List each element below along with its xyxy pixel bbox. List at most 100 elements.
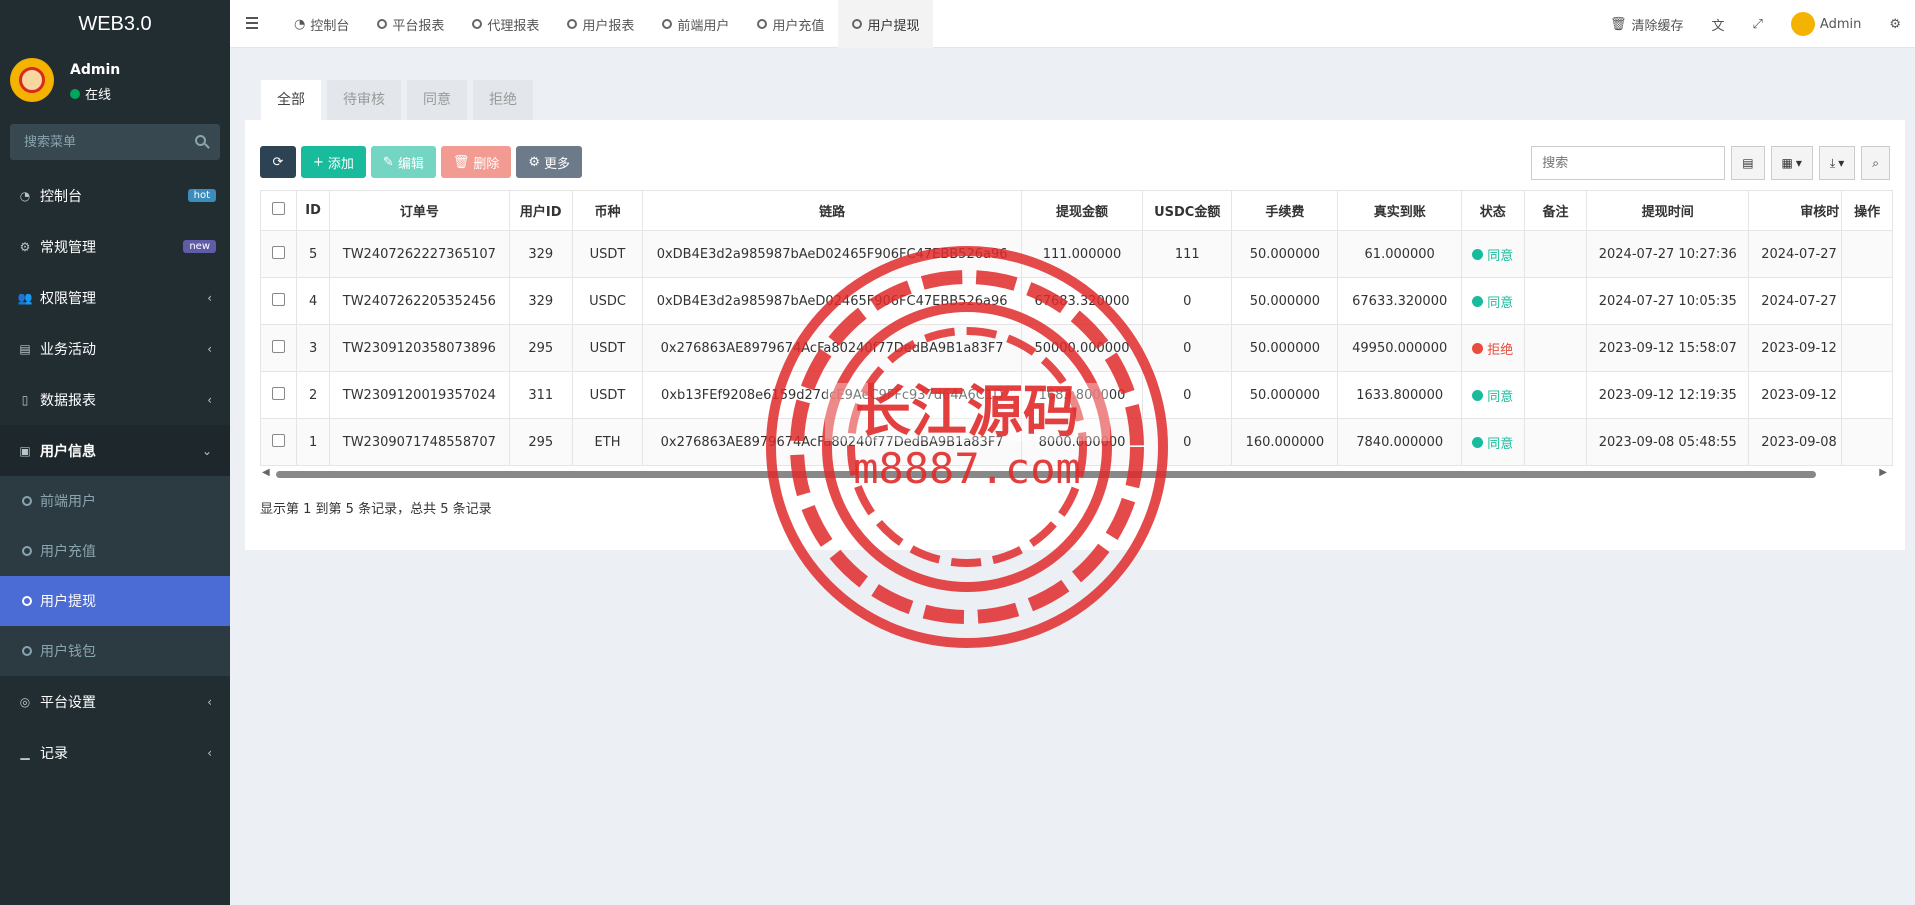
row-checkbox[interactable] [272,433,286,447]
edit-button[interactable]: ✎ 编辑 [370,146,436,178]
fullscreen-button[interactable]: ⤢ [1739,17,1777,32]
cell-time: 2023-09-12 12:19:35 [1586,371,1750,419]
sidebar-item-reports[interactable]: ▯ 数据报表 ‹ [0,374,230,425]
pagination-info: 显示第 1 到第 5 条记录，总共 5 条记录 [260,502,492,517]
table-row[interactable]: 5 TW2407262227365107 329 USDT 0xDB4E3d2a9859… [259,230,1893,278]
tab-user-report[interactable]: 用户报表 [553,0,648,48]
cell-chain: 0xDB4E3d2a985987bAeD02465F906FC47EBB526a… [642,230,1022,278]
tab-rejected[interactable]: 拒绝 [473,80,533,120]
top-right-tools: 🗑 清除缓存 文 ⤢ Admin ⚙ [1596,0,1915,48]
select-all-checkbox[interactable] [272,202,286,215]
menu-toggle-icon[interactable] [246,17,258,29]
col-header[interactable]: 备注 [1523,190,1588,231]
col-header[interactable]: 币种 [571,190,644,231]
settings-button[interactable]: ⚙ [1875,17,1915,32]
refresh-button[interactable]: ⟳ [260,146,296,178]
tab-frontend-users[interactable]: 前端用户 [648,0,743,48]
circle-icon [757,19,768,29]
col-header[interactable]: 手续费 [1231,190,1339,231]
row-checkbox[interactable] [272,386,286,400]
cell-audit: 2023-09-08 [1748,418,1843,466]
tab-dashboard[interactable]: ◔ 控制台 [280,0,363,48]
select-all-cell[interactable] [259,190,298,231]
menu-search-input[interactable] [10,124,220,160]
chart-icon: ▁ [20,745,30,760]
sidebar-subitem-wallet[interactable]: 用户钱包 [0,626,230,676]
cell-note [1523,418,1588,466]
cell-id: 3 [296,324,330,372]
cell-cb[interactable] [259,371,298,419]
table-row[interactable]: 2 TW2309120019357024 311 USDT 0xb13FEf9208e6… [259,371,1893,419]
table-row[interactable]: 4 TW2407262205352456 329 USDC 0xDB4E3d2a9859… [259,277,1893,325]
col-header[interactable]: 审核时 [1748,190,1843,231]
sidebar-item-records[interactable]: ▁ 记录 ‹ [0,727,230,778]
cell-cb[interactable] [259,324,298,372]
avatar [1790,12,1815,36]
col-header[interactable]: USDC金额 [1142,190,1233,231]
chevron-left-icon: ‹ [207,392,212,407]
tab-platform-report[interactable]: 平台报表 [363,0,458,48]
cell-real: 7840.000000 [1337,418,1462,466]
col-header[interactable]: 链路 [642,190,1022,231]
advanced-search-button[interactable]: ⌕ [1861,146,1890,180]
export-button[interactable]: ⤓ ▾ [1818,146,1856,180]
col-header[interactable]: 状态 [1460,190,1525,231]
circle-icon [22,596,32,606]
row-checkbox[interactable] [272,245,286,259]
row-checkbox[interactable] [272,339,286,353]
cell-cb[interactable] [259,418,298,466]
tab-user-recharge[interactable]: 用户充值 [743,0,838,48]
col-header[interactable]: 用户ID [508,190,573,231]
tab-pending[interactable]: 待审核 [327,80,401,120]
search-icon: ⌕ [1872,155,1879,170]
table-row[interactable]: 3 TW2309120358073896 295 USDT 0x276863AE8979… [259,324,1893,372]
tab-all[interactable]: 全部 [261,80,321,120]
delete-button[interactable]: 🗑 删除 [440,146,512,178]
table-search-input[interactable] [1531,146,1726,180]
cell-cb[interactable] [259,277,298,325]
translate-button[interactable]: 文 [1697,15,1738,34]
cell-ops [1841,371,1893,419]
sidebar-item-auth[interactable]: 👥 权限管理 ‹ [0,272,230,323]
tab-approved[interactable]: 同意 [407,80,467,120]
tab-agent-report[interactable]: 代理报表 [458,0,553,48]
status-badge: 同意 [1472,386,1513,405]
app-logo[interactable]: WEB3.0 [0,0,230,48]
scroll-right-icon[interactable]: ▶ [1879,467,1887,478]
status-badge: 同意 [1472,245,1513,264]
horizontal-scrollbar[interactable]: ◀ ▶ [260,467,1893,481]
sidebar-subitem-withdraw[interactable]: 用户提现 [0,576,230,626]
more-button[interactable]: ⚙ 更多 [516,146,583,178]
toggle-view-button[interactable]: ▤ [1731,146,1765,180]
add-button[interactable]: + 添加 [301,146,366,178]
status-badge: 拒绝 [1472,339,1513,358]
cell-id: 1 [296,418,330,466]
sidebar-subitem-frontend-users[interactable]: 前端用户 [0,476,230,526]
tab-user-withdraw[interactable]: 用户提现 [838,0,934,48]
sidebar-item-dashboard[interactable]: ◔ 控制台 hot [0,170,230,221]
col-header[interactable]: 提现时间 [1586,190,1750,231]
settings-icon: ◎ [19,694,31,709]
col-header[interactable]: 真实到账 [1337,190,1462,231]
cell-usdc: 111 [1142,230,1233,278]
download-icon: ⤓ [1829,155,1836,170]
sidebar-item-general[interactable]: ⚙ 常规管理 new [0,221,230,272]
cell-coin: USDT [571,371,644,419]
row-checkbox[interactable] [272,292,286,306]
scroll-left-icon[interactable]: ◀ [262,467,270,478]
columns-button[interactable]: ▦ ▾ [1770,146,1813,180]
cell-cb[interactable] [259,230,298,278]
col-header[interactable]: 订单号 [328,190,510,231]
col-header[interactable]: ID [296,190,330,231]
admin-menu[interactable]: Admin [1777,12,1875,36]
clear-cache-button[interactable]: 🗑 清除缓存 [1596,15,1698,34]
sidebar-item-platform-settings[interactable]: ◎ 平台设置 ‹ [0,676,230,727]
cell-coin: USDC [571,277,644,325]
sidebar-item-userinfo[interactable]: ▣ 用户信息 ⌄ [0,425,230,476]
col-header[interactable]: 提现金额 [1020,190,1144,231]
sidebar-item-business[interactable]: ▤ 业务活动 ‹ [0,323,230,374]
scroll-thumb[interactable] [276,471,1816,478]
table-row[interactable]: 1 TW2309071748558707 295 ETH 0x276863AE89796… [259,418,1893,466]
search-icon[interactable] [195,135,206,146]
sidebar-subitem-recharge[interactable]: 用户充值 [0,526,230,576]
